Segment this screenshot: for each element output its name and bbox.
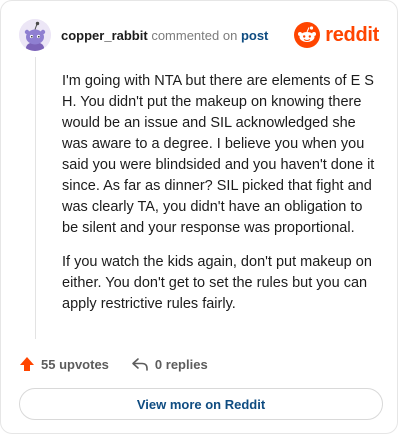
snoo-avatar-icon: [19, 19, 51, 51]
comment-paragraph: I'm going with NTA but there are element…: [62, 73, 375, 236]
comment-actions: 55 upvotes 0 replies: [19, 353, 230, 375]
comment-embed-card: copper_rabbit commented on post reddit I…: [0, 0, 398, 434]
brand-wordmark: reddit: [325, 23, 379, 46]
user-avatar[interactable]: [19, 19, 51, 51]
upvote-button[interactable]: 55 upvotes: [19, 356, 109, 372]
username-link[interactable]: copper_rabbit: [61, 28, 148, 43]
upvote-count: 55 upvotes: [41, 356, 109, 372]
comment-paragraph: If you watch the kids again, don't put m…: [62, 254, 372, 312]
reddit-brand[interactable]: reddit: [294, 22, 379, 48]
view-more-button[interactable]: View more on Reddit: [19, 388, 383, 420]
comment-header: copper_rabbit commented on post reddit: [19, 19, 379, 51]
reply-button[interactable]: 0 replies: [131, 356, 208, 372]
reply-count: 0 replies: [154, 356, 208, 372]
thread-line: [35, 57, 36, 339]
reddit-snoo-icon: [294, 22, 321, 48]
comment-meta: copper_rabbit commented on post: [61, 28, 268, 43]
comment-body: I'm going with NTA but there are element…: [62, 71, 382, 328]
upvote-arrow-icon: [20, 357, 34, 371]
action-text: commented on: [151, 27, 238, 43]
post-link[interactable]: post: [241, 28, 268, 43]
reply-arrow-icon: [132, 358, 148, 371]
